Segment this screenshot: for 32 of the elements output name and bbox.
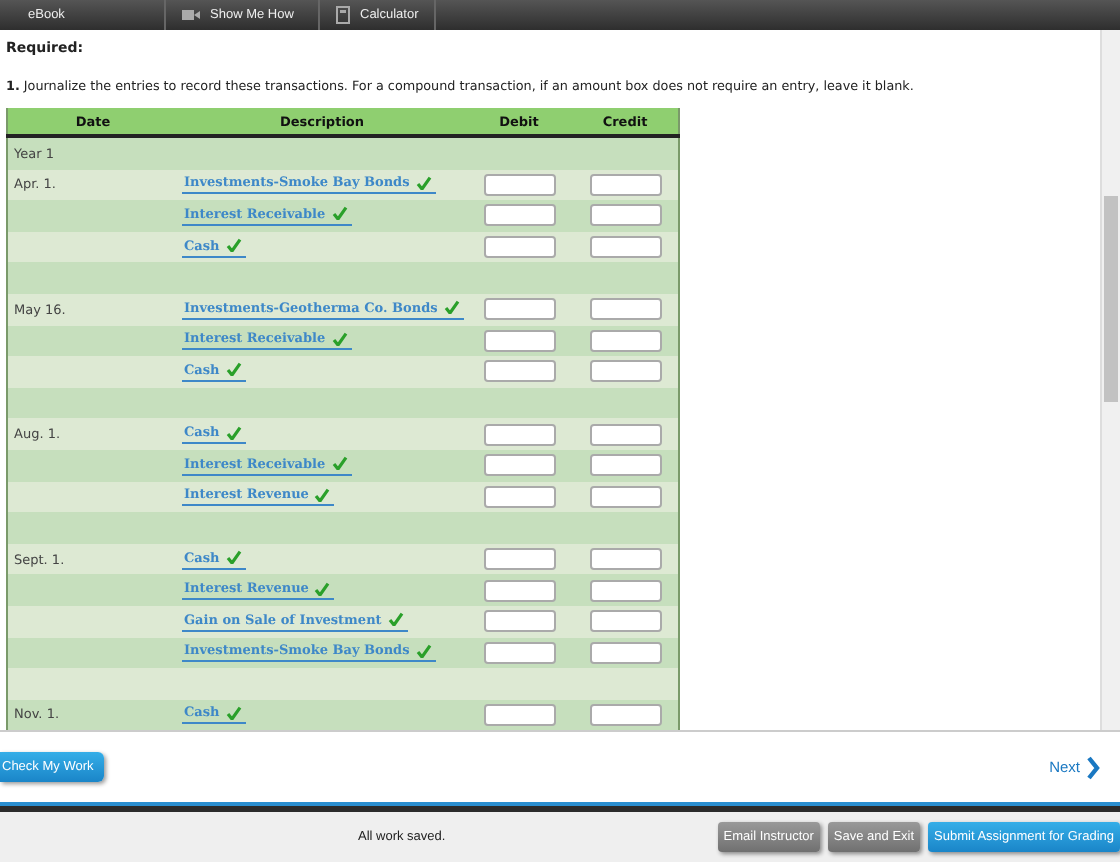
chevron-icon [1086, 755, 1100, 779]
amount-field[interactable] [483, 298, 555, 321]
video-icon [182, 8, 200, 22]
amount-field[interactable] [483, 454, 555, 477]
amount-field[interactable] [483, 703, 555, 726]
amount-field[interactable] [589, 579, 661, 602]
amount-field[interactable] [589, 204, 661, 227]
amount-field[interactable] [483, 173, 555, 196]
amount-field[interactable] [589, 610, 661, 633]
amount-field[interactable] [589, 703, 661, 726]
amount-field[interactable] [483, 485, 555, 508]
amount-field[interactable] [483, 423, 555, 446]
amount-field[interactable] [589, 641, 661, 664]
amount-field[interactable] [589, 236, 661, 259]
amount-field[interactable] [483, 329, 555, 352]
amount-field[interactable] [589, 423, 661, 446]
amount-field[interactable] [483, 548, 555, 571]
amount-field[interactable] [589, 298, 661, 321]
amount-field[interactable] [483, 641, 555, 664]
amount-field[interactable] [483, 236, 555, 259]
amount-field[interactable] [589, 454, 661, 477]
amount-field[interactable] [589, 548, 661, 571]
amount-field[interactable] [589, 485, 661, 508]
amount-field[interactable] [589, 329, 661, 352]
calculator-icon [336, 6, 350, 24]
amount-field[interactable] [483, 579, 555, 602]
amount-field[interactable] [589, 173, 661, 196]
amount-field[interactable] [483, 610, 555, 633]
scrollbar[interactable] [1100, 30, 1120, 730]
amount-field[interactable] [589, 360, 661, 383]
amount-field[interactable] [483, 360, 555, 383]
amount-field[interactable] [483, 204, 555, 227]
